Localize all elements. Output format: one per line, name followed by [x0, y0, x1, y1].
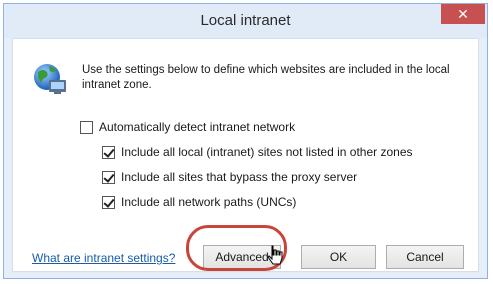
checkbox-box[interactable] — [102, 195, 115, 209]
checkbox-box[interactable] — [102, 145, 115, 159]
close-icon: ✕ — [457, 6, 469, 22]
cancel-button[interactable]: Cancel — [386, 245, 464, 269]
checkbox-label: Include all sites that bypass the proxy … — [121, 170, 358, 184]
close-button[interactable]: ✕ — [441, 4, 485, 24]
checkbox-label: Include all network paths (UNCs) — [121, 195, 297, 209]
ok-button[interactable]: OK — [301, 245, 376, 269]
mouse-pointer-icon — [267, 245, 283, 265]
checkbox-label: Include all local (intranet) sites not l… — [121, 145, 413, 159]
checkbox-box[interactable] — [102, 170, 115, 184]
window-title: Local intranet — [200, 12, 291, 29]
dialog-content: Use the settings below to define which w… — [12, 38, 479, 272]
local-intranet-dialog: Local intranet ✕ Use the settings below … — [3, 3, 488, 279]
checkbox-label: Automatically detect intranet network — [99, 120, 296, 134]
network-paths-checkbox[interactable]: Include all network paths (UNCs) — [102, 194, 296, 210]
description-text: Use the settings below to define which w… — [82, 64, 450, 91]
bypass-proxy-checkbox[interactable]: Include all sites that bypass the proxy … — [102, 169, 357, 185]
intranet-settings-help-link[interactable]: What are intranet settings? — [32, 251, 175, 265]
auto-detect-checkbox[interactable]: Automatically detect intranet network — [80, 119, 295, 135]
checkbox-box[interactable] — [80, 120, 93, 134]
title-bar[interactable]: Local intranet ✕ — [4, 4, 487, 38]
globe-icon — [34, 64, 66, 94]
include-local-sites-checkbox[interactable]: Include all local (intranet) sites not l… — [102, 144, 413, 160]
